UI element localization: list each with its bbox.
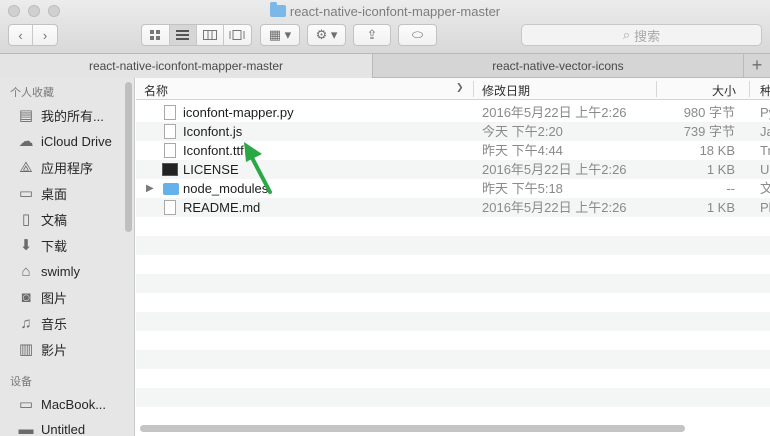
film-icon: ▥ — [18, 341, 34, 358]
chevron-left-icon: ‹ — [18, 27, 23, 43]
arrange-button[interactable]: ▦ ▾ — [260, 24, 300, 46]
sidebar-item-macbook[interactable]: ▭ MacBook... — [17, 393, 106, 415]
folder-icon — [163, 183, 179, 195]
download-icon: ⬇ — [19, 237, 33, 254]
column-divider[interactable] — [749, 81, 750, 97]
share-icon: ⇪ — [366, 27, 378, 42]
empty-row — [136, 388, 770, 407]
disclosure-triangle-icon[interactable]: ▶ — [146, 179, 154, 198]
empty-row — [136, 331, 770, 350]
column-divider[interactable] — [473, 81, 474, 97]
sidebar: 个人收藏 ▤ 我的所有... ☁ iCloud Drive ⟁ 应用程序 ▭ 桌面 ▯ 文… — [0, 78, 135, 436]
desktop-icon: ▭ — [18, 185, 34, 202]
sidebar-item-downloads[interactable]: ⬇ 下载 — [17, 234, 67, 256]
list-view-button[interactable] — [169, 25, 197, 45]
cover-flow-icon — [229, 30, 245, 40]
home-icon: ⌂ — [21, 262, 31, 280]
empty-row — [136, 350, 770, 369]
sidebar-item-documents[interactable]: ▯ 文稿 — [17, 208, 67, 230]
laptop-icon: ▭ — [18, 396, 34, 413]
favorites-header: 个人收藏 — [10, 87, 54, 99]
tab-iconfont-mapper[interactable]: react-native-iconfont-mapper-master — [0, 54, 373, 78]
sidebar-item-applications[interactable]: ⟁ 应用程序 — [17, 156, 93, 178]
forward-button[interactable]: › — [33, 25, 57, 45]
sidebar-scrollbar[interactable] — [125, 82, 132, 232]
tab-bar: react-native-iconfont-mapper-master reac… — [0, 54, 770, 78]
nav-buttons: ‹ › — [8, 24, 58, 46]
sidebar-item-pictures[interactable]: ◙ 图片 — [17, 286, 67, 308]
table-row[interactable]: README.md 2016年5月22日 上午2:26 1 KB Pl — [136, 198, 770, 217]
tag-icon: ⬭ — [411, 27, 424, 42]
empty-row — [136, 369, 770, 388]
sidebar-item-movies[interactable]: ▥ 影片 — [17, 338, 67, 360]
column-view-button[interactable] — [197, 25, 224, 45]
empty-row — [136, 255, 770, 274]
icon-view-button[interactable] — [142, 25, 170, 45]
view-mode-control — [141, 24, 252, 46]
search-placeholder: 搜索 — [634, 28, 661, 44]
column-name-header[interactable]: 名称 — [144, 82, 168, 99]
window-title: react-native-iconfont-mapper-master — [0, 2, 770, 21]
python-file-icon — [164, 105, 176, 120]
share-button[interactable]: ⇪ — [353, 24, 391, 46]
sort-chevron-icon: ❯ — [456, 82, 464, 92]
table-row[interactable]: ▶ node_modules 昨天 下午5:18 -- 文 — [136, 179, 770, 198]
grid-icon — [149, 29, 160, 40]
toolbar: react-native-iconfont-mapper-master ‹ › … — [0, 0, 770, 54]
applications-icon: ⟁ — [19, 158, 33, 176]
empty-row — [136, 274, 770, 293]
javascript-file-icon — [164, 124, 176, 139]
empty-row — [136, 236, 770, 255]
all-files-icon: ▤ — [18, 107, 34, 124]
sidebar-item-all-files[interactable]: ▤ 我的所有... — [17, 104, 104, 126]
cover-flow-button[interactable] — [224, 25, 251, 45]
empty-row — [136, 293, 770, 312]
empty-row — [136, 217, 770, 236]
tab-vector-icons[interactable]: react-native-vector-icons — [373, 54, 744, 78]
disk-icon: ▬ — [18, 420, 34, 436]
folder-icon — [269, 2, 286, 17]
back-button[interactable]: ‹ — [9, 25, 34, 45]
list-icon — [176, 30, 190, 40]
column-size-header[interactable]: 大小 — [712, 82, 736, 99]
cloud-icon: ☁ — [18, 133, 34, 150]
empty-row — [136, 312, 770, 331]
columns-icon — [202, 30, 217, 40]
horizontal-scrollbar[interactable] — [140, 425, 685, 432]
camera-icon: ◙ — [21, 288, 31, 306]
annotation-arrow-icon — [244, 142, 272, 194]
column-divider[interactable] — [656, 81, 657, 97]
tags-button[interactable]: ⬭ — [398, 24, 437, 46]
document-file-icon — [164, 200, 176, 215]
action-button[interactable]: ⚙ ▾ — [307, 24, 346, 46]
search-field[interactable]: ⌕ 搜索 — [521, 24, 762, 46]
sidebar-item-desktop[interactable]: ▭ 桌面 — [17, 182, 67, 204]
new-tab-button[interactable]: + — [744, 54, 770, 78]
documents-icon: ▯ — [21, 211, 31, 228]
sidebar-item-music[interactable]: ♫ 音乐 — [17, 312, 67, 334]
table-row[interactable]: iconfont-mapper.py 2016年5月22日 上午2:26 980… — [136, 103, 770, 122]
chevron-right-icon: › — [42, 27, 48, 43]
terminal-file-icon — [162, 163, 178, 176]
column-header: 名称 ❯ 修改日期 大小 种 — [136, 78, 770, 100]
file-list: 名称 ❯ 修改日期 大小 种 iconfont-mapper.py 2016年5… — [136, 78, 770, 436]
table-row[interactable]: LICENSE 2016年5月22日 上午2:26 1 KB Ur — [136, 160, 770, 179]
empty-row — [136, 407, 770, 426]
table-row[interactable]: Iconfont.ttf 昨天 下午4:44 18 KB Tr — [136, 141, 770, 160]
arrange-icon: ▦ ▾ — [268, 27, 292, 42]
sidebar-item-icloud[interactable]: ☁ iCloud Drive — [17, 130, 112, 152]
search-icon: ⌕ — [622, 27, 631, 42]
gear-icon: ⚙ ▾ — [315, 27, 338, 42]
column-kind-header[interactable]: 种 — [760, 82, 770, 99]
devices-header: 设备 — [10, 376, 32, 388]
font-file-icon — [164, 143, 176, 158]
music-icon: ♫ — [20, 314, 32, 332]
sidebar-item-home[interactable]: ⌂ swimly — [17, 260, 80, 282]
table-row[interactable]: Iconfont.js 今天 下午2:20 739 字节 Ja — [136, 122, 770, 141]
sidebar-item-untitled[interactable]: ▬ Untitled — [17, 418, 86, 436]
column-date-header[interactable]: 修改日期 — [482, 82, 530, 99]
